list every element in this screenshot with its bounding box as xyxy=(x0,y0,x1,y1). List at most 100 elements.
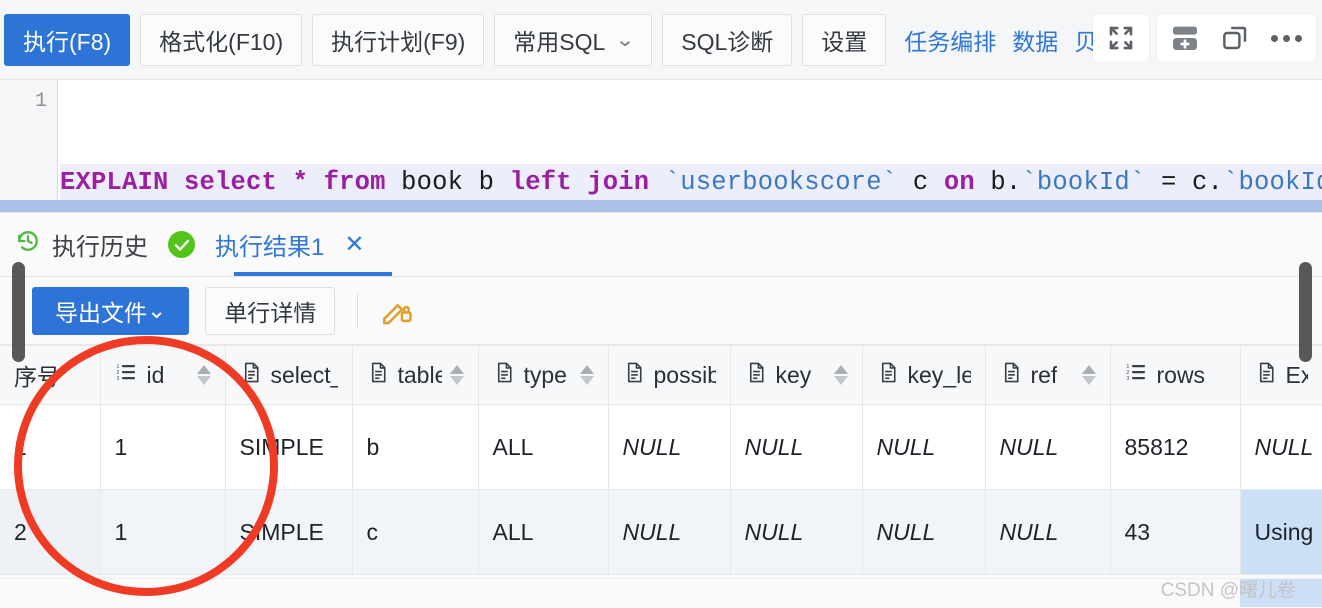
execute-button-label: 执行(F8) xyxy=(23,29,112,55)
more-icon[interactable] xyxy=(1265,34,1308,42)
cell-ref[interactable]: NULL xyxy=(985,404,1111,490)
cell-type[interactable]: ALL xyxy=(478,404,609,490)
sql-token: left xyxy=(509,168,572,197)
cell-key[interactable]: NULL xyxy=(730,404,863,490)
task-orchestration-link[interactable]: 任务编排 xyxy=(902,23,998,57)
tab-execution-history[interactable]: 执行历史 xyxy=(8,214,154,276)
cell-possible-keys[interactable]: NULL xyxy=(608,489,731,575)
sort-toggle-icon[interactable] xyxy=(579,365,594,385)
settings-button[interactable]: 设置 xyxy=(802,14,887,66)
explain-plan-button[interactable]: 执行计划(F9) xyxy=(312,14,485,66)
cell-select-type[interactable]: SIMPLE xyxy=(225,404,353,490)
sql-diagnose-label: SQL诊断 xyxy=(681,29,774,55)
doc-icon xyxy=(1255,361,1278,390)
cell-rows[interactable]: 43 xyxy=(1110,489,1241,575)
execute-button[interactable]: 执行(F8) xyxy=(4,14,131,66)
cell-id[interactable]: 1 xyxy=(100,404,226,490)
sql-token: join xyxy=(587,168,650,197)
doc-icon xyxy=(877,361,900,390)
tab-execution-result-1[interactable]: 执行结果1 ✕ xyxy=(209,214,370,276)
cell-extra[interactable]: Using xyxy=(1240,489,1322,575)
column-label: key xyxy=(775,361,812,388)
column-header-select-type[interactable]: select_ xyxy=(225,345,353,405)
cell-id[interactable]: 1 xyxy=(100,489,226,575)
copy-icon[interactable] xyxy=(1215,18,1255,58)
row-detail-label: 单行详情 xyxy=(224,299,317,326)
sql-diagnose-button[interactable]: SQL诊断 xyxy=(662,14,793,66)
column-label: id xyxy=(146,361,165,388)
cell-rows[interactable]: 85812 xyxy=(1110,404,1241,490)
row-detail-button[interactable]: 单行详情 xyxy=(205,286,336,335)
fullscreen-pill xyxy=(1093,14,1149,62)
cell-possible-keys[interactable]: NULL xyxy=(608,404,731,490)
close-icon[interactable]: ✕ xyxy=(344,232,364,257)
fullscreen-icon[interactable] xyxy=(1101,18,1141,58)
result-tabbar: 执行历史 执行结果1 ✕ xyxy=(0,213,1322,277)
active-tab-underline xyxy=(234,272,392,276)
toolbar-divider xyxy=(357,293,359,328)
doc-icon xyxy=(367,361,390,390)
cell-index[interactable]: 2 xyxy=(0,489,101,575)
more-dot xyxy=(1295,34,1302,42)
sql-token: on xyxy=(943,168,975,197)
chevron-down-icon: ⌄ xyxy=(615,29,636,51)
editor-gutter: 1 xyxy=(0,80,58,212)
window-actions-pill xyxy=(1157,14,1316,62)
cell-key[interactable]: NULL xyxy=(730,489,863,575)
cell-table[interactable]: c xyxy=(352,489,479,575)
sql-editor[interactable]: 1 EXPLAIN select * from book b left join… xyxy=(0,80,1322,212)
cell-index[interactable]: 1 xyxy=(0,404,101,490)
doc-icon xyxy=(623,361,646,390)
column-label: possib xyxy=(653,361,716,388)
column-header-key[interactable]: key xyxy=(730,345,863,405)
column-header-ref[interactable]: ref xyxy=(985,345,1111,405)
line-number: 1 xyxy=(34,90,47,113)
cell-key-len[interactable]: NULL xyxy=(862,489,986,575)
export-file-button[interactable]: 导出文件 ⌄ xyxy=(32,286,190,335)
explain-plan-button-label: 执行计划(F9) xyxy=(331,29,466,55)
left-drag-handle[interactable] xyxy=(12,262,25,362)
sql-token: b xyxy=(478,168,495,197)
edit-lock-icon[interactable] xyxy=(380,294,414,328)
cell-type[interactable]: ALL xyxy=(478,489,609,575)
column-header-table[interactable]: table xyxy=(352,345,479,405)
cell-select-type[interactable]: SIMPLE xyxy=(225,489,353,575)
cell-key-len[interactable]: NULL xyxy=(862,404,986,490)
split-add-icon[interactable] xyxy=(1165,18,1205,58)
column-header-type[interactable]: type xyxy=(478,345,609,405)
column-label: rows xyxy=(1156,361,1206,388)
format-button[interactable]: 格式化(F10) xyxy=(140,14,303,66)
common-sql-dropdown[interactable]: 常用SQL ⌄ xyxy=(494,14,653,66)
table-row[interactable]: 1 1 SIMPLE b ALL NULL NULL NULL NULL 858… xyxy=(0,404,1322,490)
result-grid[interactable]: 序号 1 2 3 id select_ tabl type possib key… xyxy=(0,345,1322,575)
data-link[interactable]: 数据 xyxy=(1010,23,1060,57)
sql-code-line[interactable]: EXPLAIN select * from book b left join `… xyxy=(60,165,1322,201)
right-drag-handle[interactable] xyxy=(1299,262,1312,362)
column-header-possible-keys[interactable]: possib xyxy=(608,345,731,405)
sort-toggle-icon[interactable] xyxy=(449,365,464,385)
cell-extra[interactable]: NULL xyxy=(1240,404,1322,490)
cell-ref[interactable]: NULL xyxy=(985,489,1111,575)
sort-toggle-icon[interactable] xyxy=(833,365,848,385)
sql-token: c xyxy=(912,168,929,197)
table-row[interactable]: 2 1 SIMPLE c ALL NULL NULL NULL NULL 43 … xyxy=(0,489,1322,575)
cell-table[interactable]: b xyxy=(352,404,479,490)
common-sql-label: 常用SQL xyxy=(513,29,606,55)
tab-execution-history-label: 执行历史 xyxy=(52,234,148,261)
sql-token: EXPLAIN xyxy=(60,168,169,197)
export-file-label: 导出文件 xyxy=(55,299,147,326)
sort-toggle-icon[interactable] xyxy=(196,365,211,385)
column-header-key-len[interactable]: key_le xyxy=(862,345,986,405)
sort-toggle-icon[interactable] xyxy=(1081,365,1096,385)
watermark: CSDN @曙儿卷 xyxy=(1160,580,1296,601)
table-head: 序号 1 2 3 id select_ tabl type possib key… xyxy=(0,345,1322,405)
column-header-id[interactable]: 123 id xyxy=(100,345,226,405)
column-header-rows[interactable]: 123 rows xyxy=(1110,345,1241,405)
